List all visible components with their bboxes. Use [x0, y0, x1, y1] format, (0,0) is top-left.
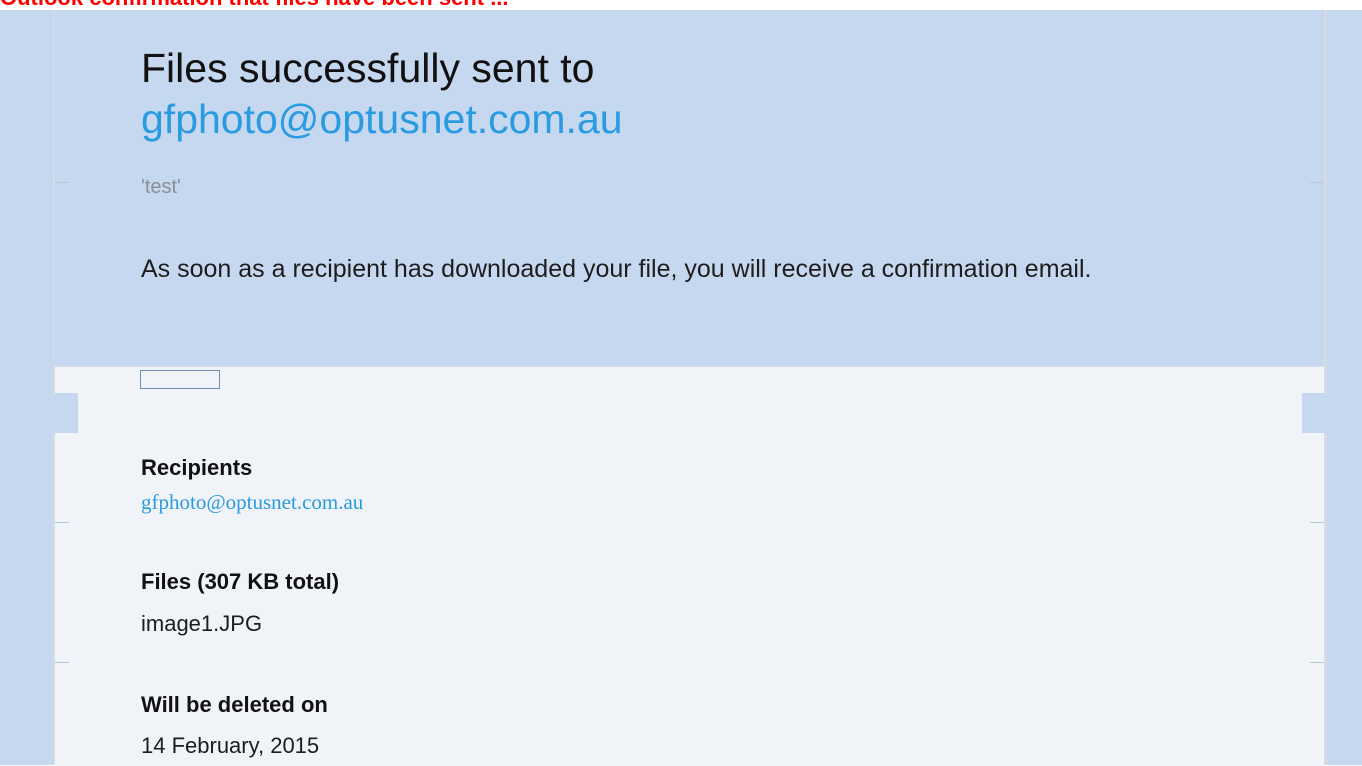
recipient-email-title[interactable]: gfphoto@optusnet.com.au	[141, 95, 623, 143]
left-tab-marker	[54, 393, 78, 433]
empty-field-box[interactable]	[140, 370, 220, 389]
right-margin	[1327, 10, 1362, 765]
page-title: Files successfully sent to	[141, 45, 595, 91]
divider-right-2	[1310, 522, 1324, 523]
right-tab-marker	[1302, 393, 1327, 433]
divider-left-1	[55, 182, 69, 183]
files-label: Files (307 KB total)	[141, 569, 340, 594]
card-border-left	[53, 10, 55, 765]
recipients-value[interactable]: gfphoto@optusnet.com.au	[141, 490, 363, 515]
card-border-right	[1324, 10, 1327, 765]
message-title: 'test'	[141, 176, 181, 198]
divider-left-2	[55, 522, 69, 523]
divider-right-3	[1310, 662, 1324, 663]
confirmation-message: As soon as a recipient has downloaded yo…	[141, 255, 1092, 283]
deletion-label: Will be deleted on	[141, 692, 328, 717]
left-margin	[10, 10, 54, 765]
deletion-date: 14 February, 2015	[141, 733, 320, 758]
recipients-label: Recipients	[141, 455, 253, 480]
caption-text: Outlook confirmation that files have bee…	[0, 0, 509, 10]
file-name: image1.JPG	[141, 611, 263, 636]
divider-right-1	[1310, 182, 1324, 183]
divider-left-3	[55, 662, 69, 663]
